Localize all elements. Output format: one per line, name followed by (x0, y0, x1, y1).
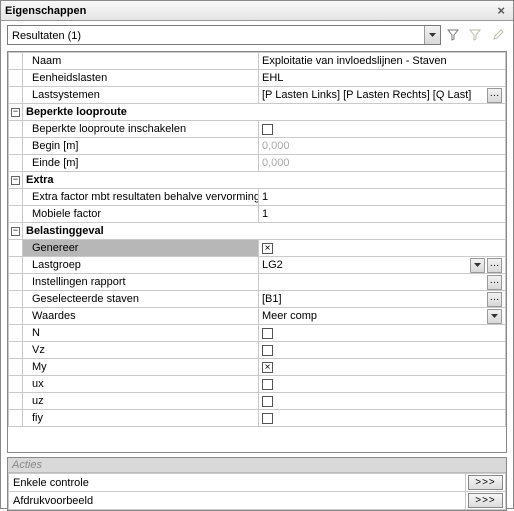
row-waardes: Waardes Meer comp (9, 308, 506, 325)
row-beperkte-looproute-header: − Beperkte looproute (9, 104, 506, 121)
row-uz: uz (9, 393, 506, 410)
row-mobiele-factor: Mobiele factor 1 (9, 206, 506, 223)
window-title: Eigenschappen (5, 5, 493, 17)
value: 0,000 (259, 155, 506, 172)
action-afdrukvoorbeeld: Afdrukvoorbeeld >>> (9, 492, 506, 510)
close-icon[interactable]: × (493, 3, 509, 18)
row-instellingen-rapport: Instellingen rapport … (9, 274, 506, 291)
chevron-down-icon[interactable] (487, 309, 502, 324)
selector-combo-text: Resultaten (1) (8, 26, 424, 44)
action-label: Enkele controle (9, 474, 466, 492)
actions-header: Acties (8, 458, 506, 473)
row-beperkte-inschakelen: Beperkte looproute inschakelen (9, 121, 506, 138)
chevron-down-icon[interactable] (470, 258, 485, 273)
value[interactable] (259, 121, 506, 138)
checkbox-icon[interactable] (262, 379, 273, 390)
label: Extra factor mbt resultaten behalve verv… (26, 191, 259, 203)
action-label: Afdrukvoorbeeld (9, 492, 466, 510)
value[interactable] (259, 342, 506, 359)
actions-panel: Acties Enkele controle >>> Afdrukvoorbee… (7, 457, 507, 511)
row-extra-header: − Extra (9, 172, 506, 189)
checkbox-icon[interactable] (262, 124, 273, 135)
checkbox-icon[interactable]: × (262, 362, 273, 373)
collapse-icon[interactable]: − (11, 227, 20, 236)
label: Waardes (26, 310, 76, 322)
checkbox-icon[interactable] (262, 345, 273, 356)
row-belastinggeval-header: − Belastinggeval (9, 223, 506, 240)
value[interactable]: × (259, 359, 506, 376)
row-genereer: Genereer × (9, 240, 506, 257)
row-n: N (9, 325, 506, 342)
row-my: My × (9, 359, 506, 376)
value[interactable]: 1 (259, 189, 506, 206)
run-button[interactable]: >>> (468, 493, 503, 508)
label: Lastsystemen (26, 89, 100, 101)
edit-icon[interactable] (489, 25, 507, 45)
ellipsis-button[interactable]: … (487, 258, 502, 273)
label: Genereer (26, 242, 78, 254)
value[interactable]: … (259, 274, 506, 291)
row-geselecteerde-staven: Geselecteerde staven [B1] … (9, 291, 506, 308)
label: Instellingen rapport (26, 276, 126, 288)
run-button[interactable]: >>> (468, 475, 503, 490)
label: uz (26, 395, 44, 407)
row-extra-factor: Extra factor mbt resultaten behalve verv… (9, 189, 506, 206)
value[interactable] (259, 393, 506, 410)
label: ux (26, 378, 44, 390)
ellipsis-button[interactable]: … (487, 292, 502, 307)
label: fiy (26, 412, 43, 424)
value: 0,000 (259, 138, 506, 155)
row-begin: Begin [m] 0,000 (9, 138, 506, 155)
value[interactable]: Exploitatie van invloedslijnen - Staven (259, 53, 506, 70)
label: Naam (26, 55, 61, 67)
row-naam: Naam Exploitatie van invloedslijnen - St… (9, 53, 506, 70)
label: N (26, 327, 40, 339)
selector-combo[interactable]: Resultaten (1) (7, 25, 441, 45)
ellipsis-button[interactable]: … (487, 275, 502, 290)
value[interactable]: 1 (259, 206, 506, 223)
checkbox-icon[interactable] (262, 396, 273, 407)
label: Mobiele factor (26, 208, 101, 220)
row-lastsystemen: Lastsystemen [P Lasten Links] [P Lasten … (9, 87, 506, 104)
label: Beperkte looproute inschakelen (26, 123, 186, 135)
row-ux: ux (9, 376, 506, 393)
group-header: Beperkte looproute (23, 104, 506, 121)
label: Vz (26, 344, 45, 356)
group-header: Extra (23, 172, 506, 189)
value[interactable]: [P Lasten Links] [P Lasten Rechts] [Q La… (259, 87, 506, 104)
group-header: Belastinggeval (23, 223, 506, 240)
value[interactable] (259, 410, 506, 427)
label: Lastgroep (26, 259, 81, 271)
chevron-down-icon[interactable] (424, 26, 440, 44)
label: Geselecteerde staven (26, 293, 139, 305)
label: Einde [m] (26, 157, 78, 169)
value[interactable]: LG2 … (259, 257, 506, 274)
value[interactable]: × (259, 240, 506, 257)
row-eenheidslasten: Eenheidslasten EHL (9, 70, 506, 87)
row-fiy: fiy (9, 410, 506, 427)
row-einde: Einde [m] 0,000 (9, 155, 506, 172)
value[interactable]: Meer comp (259, 308, 506, 325)
row-lastgroep: Lastgroep LG2 … (9, 257, 506, 274)
ellipsis-button[interactable]: … (487, 88, 502, 103)
label: Eenheidslasten (26, 72, 107, 84)
label: My (26, 361, 47, 373)
collapse-icon[interactable]: − (11, 108, 20, 117)
value[interactable]: [B1] … (259, 291, 506, 308)
value[interactable]: EHL (259, 70, 506, 87)
value[interactable] (259, 325, 506, 342)
property-grid: Naam Exploitatie van invloedslijnen - St… (7, 51, 507, 453)
row-vz: Vz (9, 342, 506, 359)
checkbox-icon[interactable] (262, 413, 273, 424)
action-enkele-controle: Enkele controle >>> (9, 474, 506, 492)
funnel-clear-icon[interactable] (467, 25, 485, 45)
label: Begin [m] (26, 140, 78, 152)
checkbox-icon[interactable] (262, 328, 273, 339)
funnel-add-icon[interactable] (445, 25, 463, 45)
collapse-icon[interactable]: − (11, 176, 20, 185)
value[interactable] (259, 376, 506, 393)
checkbox-icon[interactable]: × (262, 243, 273, 254)
